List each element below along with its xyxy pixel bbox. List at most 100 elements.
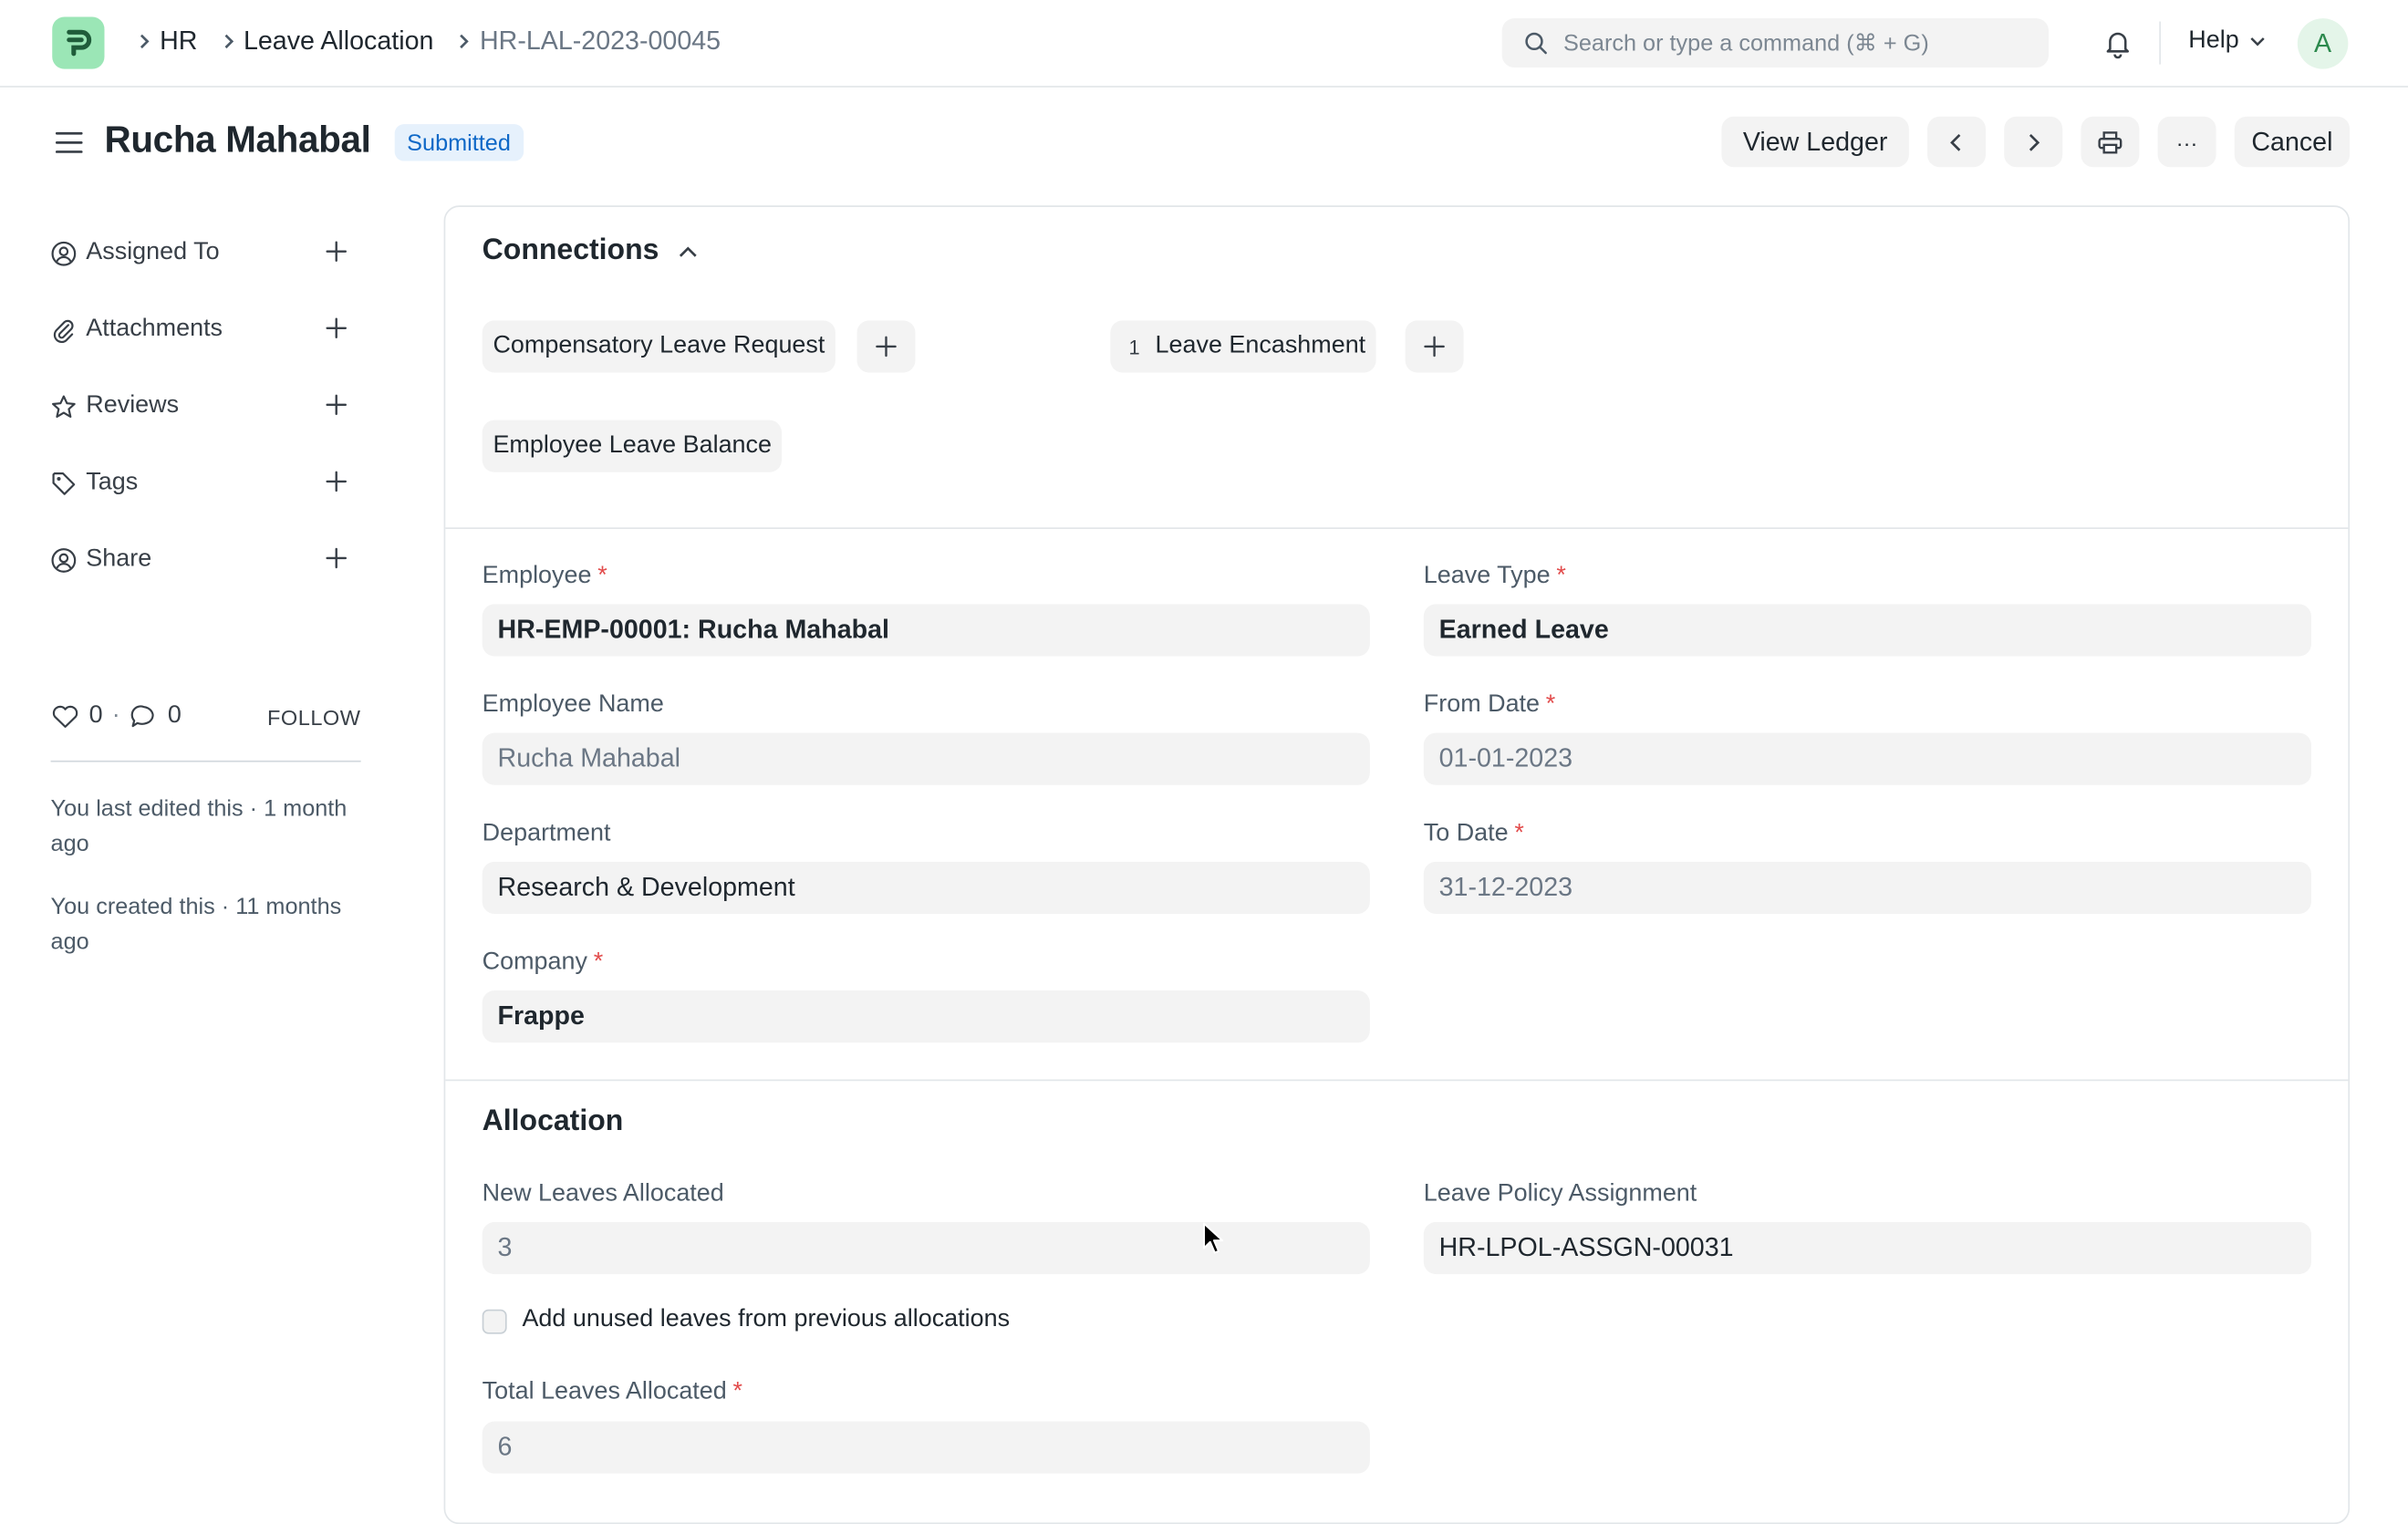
sidebar-divider (50, 760, 361, 762)
sidebar-item-label: Tags (86, 469, 139, 496)
from-date-field[interactable]: 01-01-2023 (1423, 732, 2311, 785)
leave-policy-assignment-label: Leave Policy Assignment (1423, 1180, 1697, 1208)
page-title: Rucha Mahabal (104, 119, 371, 161)
department-label: Department (482, 820, 611, 847)
printer-icon (2098, 130, 2123, 153)
employee-field[interactable]: HR-EMP-00001: Rucha Mahabal (482, 604, 1370, 657)
comment-icon[interactable] (130, 703, 159, 730)
user-circle-icon (51, 241, 77, 265)
connection-label: Compensatory Leave Request (493, 332, 825, 359)
add-share-button[interactable] (321, 543, 352, 574)
connections-header[interactable]: Connections (483, 234, 700, 268)
help-dropdown[interactable]: Help (2188, 27, 2267, 55)
plus-icon (876, 336, 897, 358)
breadcrumb-leave-allocation[interactable]: Leave Allocation (244, 26, 433, 57)
breadcrumb-hr[interactable]: HR (160, 26, 197, 57)
chevron-right-icon (2029, 133, 2040, 150)
app-logo[interactable] (52, 16, 105, 69)
new-leaves-allocated-label: New Leaves Allocated (482, 1180, 724, 1208)
plus-icon (326, 394, 348, 416)
employee-name-field: Rucha Mahabal (482, 732, 1370, 785)
carry-forward-checkbox[interactable] (482, 1309, 507, 1334)
department-field[interactable]: Research & Development (482, 861, 1370, 914)
sidebar-item-share[interactable]: Share (51, 543, 152, 576)
chevron-right-icon (129, 32, 160, 50)
sidebar-item-label: Attachments (86, 316, 223, 342)
print-button[interactable] (2081, 116, 2140, 168)
search-bar[interactable] (1501, 18, 2050, 67)
last-edited-note: You last edited this · 1 month ago (50, 795, 348, 857)
sidebar-item-reviews[interactable]: Reviews (51, 389, 180, 423)
follow-button[interactable]: FOLLOW (267, 705, 361, 730)
leave-type-label: Leave Type * (1423, 563, 1566, 589)
to-date-field[interactable]: 31-12-2023 (1423, 861, 2311, 914)
add-leave-encashment-button[interactable] (1405, 320, 1464, 373)
connection-employee-leave-balance[interactable]: Employee Leave Balance (482, 420, 783, 472)
search-icon (1525, 32, 1547, 55)
total-leaves-allocated-label: Total Leaves Allocated * (482, 1378, 742, 1405)
sidebar-item-attachments[interactable]: Attachments (51, 313, 223, 347)
total-leaves-allocated-field[interactable]: 6 (482, 1421, 1370, 1474)
employee-label: Employee * (482, 563, 607, 589)
previous-document-button[interactable] (1927, 116, 1987, 168)
navbar-divider (2159, 21, 2161, 65)
sidebar-item-tags[interactable]: Tags (51, 466, 139, 500)
sidebar-toggle-icon[interactable] (54, 129, 85, 156)
help-label: Help (2188, 27, 2239, 54)
leave-policy-assignment-field[interactable]: HR-LPOL-ASSGN-00031 (1423, 1221, 2311, 1275)
chevron-down-icon (2250, 37, 2265, 47)
chevron-right-icon (449, 32, 480, 50)
paperclip-icon (53, 318, 74, 343)
stats-separator: · (111, 701, 120, 729)
chevron-right-icon (213, 32, 244, 50)
heart-icon[interactable] (51, 703, 80, 730)
allocation-section-title: Allocation (482, 1105, 624, 1138)
connection-leave-encashment[interactable]: 1 Leave Encashment (1110, 320, 1376, 373)
view-ledger-button[interactable]: View Ledger (1721, 116, 1909, 168)
to-date-label: To Date * (1423, 820, 1524, 847)
company-field[interactable]: Frappe (482, 990, 1370, 1043)
company-label: Company * (482, 949, 604, 976)
add-assignment-button[interactable] (321, 236, 352, 267)
sidebar-item-assigned-to[interactable]: Assigned To (51, 236, 220, 270)
navbar: HR Leave Allocation HR-LAL-2023-00045 Se… (0, 0, 2408, 88)
connection-compensatory-leave-request[interactable]: Compensatory Leave Request (482, 320, 836, 373)
add-attachment-button[interactable] (321, 313, 352, 344)
connection-label: Employee Leave Balance (493, 432, 772, 459)
plus-icon (326, 547, 348, 569)
connections-title: Connections (482, 234, 659, 267)
employee-name-label: Employee Name (482, 691, 664, 718)
chevron-up-icon (680, 246, 697, 257)
sidebar-item-label: Assigned To (86, 239, 220, 265)
section-divider (445, 527, 2349, 530)
star-icon (51, 394, 76, 418)
breadcrumb: HR Leave Allocation HR-LAL-2023-00045 (129, 26, 736, 57)
carry-forward-label: Add unused leaves from previous allocati… (522, 1306, 1011, 1332)
leave-type-field[interactable]: Earned Leave (1423, 604, 2311, 657)
add-tag-button[interactable] (321, 466, 352, 497)
add-review-button[interactable] (321, 389, 352, 420)
plus-icon (326, 317, 348, 339)
more-actions-button[interactable]: ··· (2157, 116, 2216, 168)
sidebar-item-label: Reviews (86, 392, 180, 419)
breadcrumb-current-document[interactable]: HR-LAL-2023-00045 (480, 26, 721, 57)
connection-label: Leave Encashment (1155, 332, 1366, 359)
plus-icon (1424, 336, 1445, 358)
notifications-bell-icon[interactable] (2101, 26, 2134, 60)
search-input[interactable] (1563, 29, 2025, 57)
tag-icon (52, 472, 76, 494)
like-count: 0 (88, 701, 103, 729)
chevron-left-icon (1950, 133, 1961, 150)
from-date-label: From Date * (1423, 691, 1556, 718)
user-avatar[interactable]: A (2297, 18, 2349, 69)
add-compensatory-leave-request-button[interactable] (856, 320, 916, 373)
frappe-logo-icon (67, 29, 92, 57)
new-leaves-allocated-field[interactable]: 3 (482, 1221, 1370, 1275)
section-divider (445, 1079, 2349, 1082)
next-document-button[interactable] (2004, 116, 2063, 168)
created-note: You created this · 11 months ago (50, 894, 342, 956)
comment-count: 0 (167, 701, 182, 729)
plus-icon (326, 471, 348, 492)
cancel-button[interactable]: Cancel (2234, 116, 2351, 168)
sidebar-item-label: Share (86, 545, 152, 573)
